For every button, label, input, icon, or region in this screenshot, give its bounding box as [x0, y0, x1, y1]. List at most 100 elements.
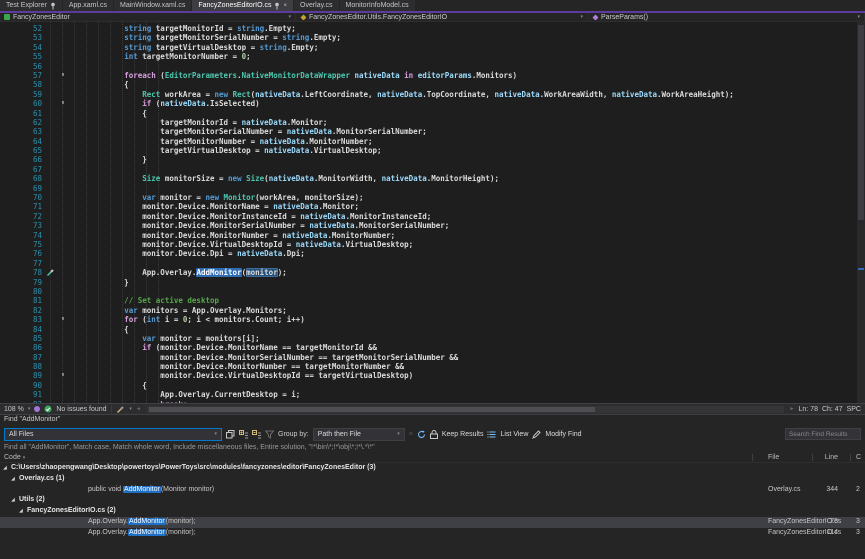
line-number[interactable]: 74	[0, 231, 44, 240]
expander-icon[interactable]: ◢	[11, 495, 19, 506]
code-text[interactable]: Size monitorSize = new Size(nativeData.M…	[70, 174, 499, 183]
code-line[interactable]: 57∨ foreach (EditorParameters.NativeMoni…	[0, 71, 857, 80]
code-line[interactable]: 60 ∨ if (nativeData.IsSelected)	[0, 99, 857, 108]
code-line[interactable]: 53 string targetMonitorSerialNumber = st…	[0, 33, 857, 42]
line-number[interactable]: 89	[0, 371, 44, 380]
line-number[interactable]: 85	[0, 334, 44, 343]
code-line[interactable]: 59 Rect workArea = new Rect(nativeData.L…	[0, 90, 857, 99]
code-text[interactable]: targetMonitorId = nativeData.Monitor;	[70, 118, 327, 127]
line-number[interactable]: 82	[0, 306, 44, 315]
horizontal-scrollbar-thumb[interactable]	[149, 407, 595, 412]
code-text[interactable]: foreach (EditorParameters.NativeMonitorD…	[70, 71, 517, 80]
code-line[interactable]: 62 targetMonitorId = nativeData.Monitor;	[0, 118, 857, 127]
code-line[interactable]: 68 Size monitorSize = new Size(nativeDat…	[0, 174, 857, 183]
column-header-line[interactable]: Line	[816, 453, 838, 463]
expander-icon[interactable]: ◢	[11, 474, 19, 485]
code-line[interactable]: 75 monitor.Device.VirtualDesktopId = nat…	[0, 240, 857, 249]
code-line[interactable]: 87 monitor.Device.MonitorSerialNumber ==…	[0, 353, 857, 362]
line-number[interactable]: 87	[0, 353, 44, 362]
code-line[interactable]: 64 targetMonitorNumber = nativeData.Moni…	[0, 137, 857, 146]
list-view-label[interactable]: List View	[500, 431, 528, 438]
chevron-down-icon[interactable]: ▾	[28, 406, 31, 412]
document-tab[interactable]: Test Explorer	[0, 0, 62, 11]
code-line[interactable]: 82 var monitors = App.Overlay.Monitors;	[0, 306, 857, 315]
lock-icon[interactable]	[430, 430, 438, 439]
code-line[interactable]: 83∨ for (int i = 0; i < monitors.Count; …	[0, 315, 857, 324]
code-line[interactable]: 89 ∨ monitor.Device.VirtualDesktopId == t…	[0, 371, 857, 380]
code-line[interactable]: 54 string targetVirtualDesktop = string.…	[0, 43, 857, 52]
line-number[interactable]: 86	[0, 343, 44, 352]
code-text[interactable]: monitor.Device.MonitorName = nativeData.…	[70, 202, 359, 211]
code-text[interactable]: if (nativeData.IsSelected)	[70, 99, 260, 108]
member-dropdown[interactable]: ParseParams() ▾	[588, 13, 865, 21]
line-number[interactable]: 84	[0, 325, 44, 334]
code-line[interactable]: 70 var monitor = new Monitor(workArea, m…	[0, 193, 857, 202]
result-row[interactable]: public void AddMonitor(Monitor monitor)O…	[0, 485, 865, 496]
document-health-icon[interactable]	[34, 406, 40, 412]
column-header-file[interactable]: File	[768, 453, 779, 463]
code-line[interactable]: 91 App.Overlay.CurrentDesktop = i;	[0, 390, 857, 399]
line-number[interactable]: 77	[0, 259, 44, 268]
column-header-column[interactable]: C	[856, 453, 861, 463]
code-text[interactable]: }	[70, 155, 147, 164]
code-text[interactable]: int targetMonitorNumber = 0;	[70, 52, 251, 61]
code-line[interactable]: 52 string targetMonitorId = string.Empty…	[0, 24, 857, 33]
result-group-row[interactable]: ◢FancyZonesEditorIO.cs (2)	[0, 506, 865, 517]
code-text[interactable]: monitor.Device.MonitorSerialNumber = nat…	[70, 221, 449, 230]
pencil-icon[interactable]	[532, 430, 541, 439]
clear-results-icon[interactable]: ×	[409, 431, 413, 438]
line-number[interactable]: 62	[0, 118, 44, 127]
code-text[interactable]: monitor.Device.VirtualDesktopId == targe…	[70, 371, 413, 380]
line-number[interactable]: 65	[0, 146, 44, 155]
refresh-icon[interactable]	[417, 430, 426, 439]
line-number[interactable]: 61	[0, 109, 44, 118]
code-text[interactable]: monitor.Device.MonitorNumber == targetMo…	[70, 362, 404, 371]
code-text[interactable]: monitor.Device.MonitorSerialNumber == ta…	[70, 353, 458, 362]
code-text[interactable]: targetMonitorSerialNumber = nativeData.M…	[70, 127, 427, 136]
quick-actions-screwdriver-icon[interactable]	[44, 268, 56, 277]
column-header-code[interactable]: Code	[4, 454, 21, 461]
result-group-row[interactable]: ◢C:\Users\zhaopengwang\Desktop\powertoys…	[0, 463, 865, 474]
code-text[interactable]: {	[70, 109, 147, 118]
list-view-icon[interactable]	[487, 430, 496, 439]
pin-icon[interactable]	[274, 2, 280, 10]
fold-collapse-icon[interactable]: ∨	[56, 71, 70, 80]
code-text[interactable]: string targetMonitorSerialNumber = strin…	[70, 33, 341, 42]
code-text[interactable]: var monitors = App.Overlay.Monitors;	[70, 306, 287, 315]
code-line[interactable]: 61 {	[0, 109, 857, 118]
code-text[interactable]: var monitor = new Monitor(workArea, moni…	[70, 193, 364, 202]
collapse-all-icon[interactable]	[252, 430, 261, 439]
fold-collapse-icon[interactable]: ∨	[56, 99, 70, 108]
code-line[interactable]: 78 App.Overlay.AddMonitor(monitor);	[0, 268, 857, 277]
column-divider[interactable]	[850, 454, 851, 461]
code-line[interactable]: 84 {	[0, 325, 857, 334]
group-by-dropdown[interactable]: Path then File ▾	[313, 428, 405, 441]
column-divider[interactable]	[752, 454, 753, 461]
pin-icon[interactable]	[50, 2, 56, 10]
line-number[interactable]: 75	[0, 240, 44, 249]
code-text[interactable]: string targetVirtualDesktop = string.Emp…	[70, 43, 318, 52]
code-text[interactable]: var monitor = monitors[i];	[70, 334, 260, 343]
line-number[interactable]: 60	[0, 99, 44, 108]
indentation-mode-indicator[interactable]: SPC	[847, 406, 861, 413]
code-text[interactable]: monitor.Device.MonitorInstanceId = nativ…	[70, 212, 431, 221]
scrollbar-thumb[interactable]	[858, 25, 864, 220]
code-line[interactable]: 63 targetMonitorSerialNumber = nativeDat…	[0, 127, 857, 136]
line-number[interactable]: 59	[0, 90, 44, 99]
code-line[interactable]: 69	[0, 184, 857, 193]
expander-icon[interactable]: ◢	[3, 463, 11, 474]
copy-icon[interactable]	[226, 430, 235, 439]
line-number[interactable]: 52	[0, 24, 44, 33]
line-number[interactable]: 55	[0, 52, 44, 61]
code-text[interactable]: }	[70, 278, 129, 287]
expander-icon[interactable]: ◢	[19, 506, 27, 517]
line-number[interactable]: 88	[0, 362, 44, 371]
line-number[interactable]: 69	[0, 184, 44, 193]
fold-collapse-icon[interactable]: ∨	[56, 371, 70, 380]
result-row[interactable]: App.Overlay.AddMonitor(monitor);FancyZon…	[0, 528, 865, 539]
code-line[interactable]: 80	[0, 287, 857, 296]
code-line[interactable]: 67	[0, 165, 857, 174]
code-text[interactable]: Rect workArea = new Rect(nativeData.Left…	[70, 90, 734, 99]
code-text[interactable]: App.Overlay.CurrentDesktop = i;	[70, 390, 300, 399]
code-line[interactable]: 66 }	[0, 155, 857, 164]
